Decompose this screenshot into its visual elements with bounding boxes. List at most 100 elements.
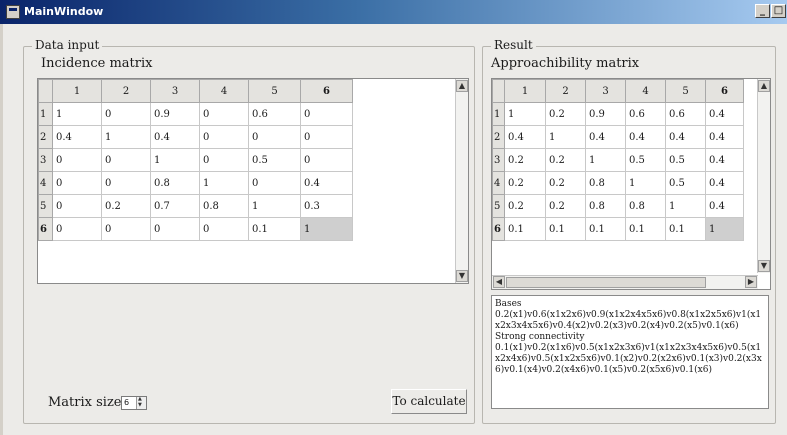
table-cell[interactable]: 0.2: [504, 148, 546, 172]
table-cell[interactable]: 0.5: [625, 148, 666, 172]
table-row[interactable]: 6 0.1 0.1 0.1 0.1 0.1 1: [492, 217, 744, 241]
table-row[interactable]: 5 0 0.2 0.7 0.8 1 0.3: [38, 194, 353, 218]
table-cell[interactable]: 0.2: [545, 148, 586, 172]
table-cell[interactable]: 0.2: [504, 171, 546, 195]
table-cell[interactable]: 1: [248, 194, 301, 218]
table-cell[interactable]: 0.7: [150, 194, 200, 218]
calculate-button[interactable]: To calculate: [391, 389, 467, 414]
incidence-matrix-table[interactable]: 1 2 3 4 5 6 1 1 0 0.9 0 0.6 0 2 0.4 1 0.4 0 0 0 3 0 0 1 0 0…: [37, 78, 469, 284]
matrix-size-spinbox[interactable]: 6 ▲ ▼: [121, 396, 147, 410]
table-cell[interactable]: 1: [504, 102, 546, 126]
table-cell[interactable]: 0: [52, 194, 102, 218]
result-horizontal-scrollbar[interactable]: ◀ ▶: [492, 275, 758, 289]
column-header[interactable]: 5: [248, 79, 301, 103]
table-cell[interactable]: 0.1: [585, 217, 626, 241]
table-cell[interactable]: 0: [52, 148, 102, 172]
table-cell[interactable]: 0.4: [665, 125, 706, 149]
table-cell[interactable]: 0: [199, 217, 249, 241]
spin-down-icon[interactable]: ▼: [138, 403, 142, 408]
table-cell[interactable]: 0.8: [625, 194, 666, 218]
table-cell[interactable]: 0.2: [504, 194, 546, 218]
column-header[interactable]: 2: [545, 79, 586, 103]
table-row[interactable]: 6 0 0 0 0 0.1 1: [38, 217, 353, 241]
incidence-vertical-scrollbar[interactable]: ▲ ▼: [455, 79, 468, 283]
table-cell[interactable]: 0.4: [705, 171, 744, 195]
column-header[interactable]: 6: [705, 79, 744, 103]
table-cell[interactable]: 0.4: [705, 148, 744, 172]
row-header[interactable]: 2: [38, 125, 53, 149]
table-row[interactable]: 2 0.4 1 0.4 0 0 0: [38, 125, 353, 149]
spin-arrows[interactable]: ▲ ▼: [136, 397, 146, 409]
scroll-up-icon[interactable]: ▲: [456, 80, 468, 92]
approachability-matrix-grid[interactable]: 1 2 3 4 5 6 1 1 0.2 0.9 0.6 0.6 0.4 2 0.4 1 0.4 0.4…: [492, 79, 744, 241]
table-cell[interactable]: 1: [545, 125, 586, 149]
table-cell[interactable]: 0.2: [545, 171, 586, 195]
table-cell[interactable]: 0: [101, 148, 151, 172]
row-header[interactable]: 1: [38, 102, 53, 126]
row-header[interactable]: 5: [38, 194, 53, 218]
column-header[interactable]: 3: [150, 79, 200, 103]
table-cell[interactable]: 0.8: [199, 194, 249, 218]
table-cell[interactable]: 0: [52, 171, 102, 195]
result-vertical-scrollbar[interactable]: ▲ ▼: [757, 79, 770, 273]
table-cell[interactable]: 0.5: [665, 171, 706, 195]
result-output-text[interactable]: Bases 0.2(x1)v0.6(x1x2x6)v0.9(x1x2x4x5x6)…: [491, 295, 769, 409]
table-cell[interactable]: 0: [248, 125, 301, 149]
column-header[interactable]: 4: [625, 79, 666, 103]
table-cell[interactable]: 0: [101, 217, 151, 241]
row-header[interactable]: 2: [492, 125, 505, 149]
table-cell[interactable]: 0.3: [300, 194, 353, 218]
table-cell[interactable]: 0.1: [625, 217, 666, 241]
maximize-button[interactable]: □: [771, 4, 786, 18]
scroll-up-icon[interactable]: ▲: [758, 80, 770, 92]
table-cell[interactable]: 0.4: [150, 125, 200, 149]
column-header[interactable]: 1: [52, 79, 102, 103]
scroll-left-icon[interactable]: ◀: [493, 276, 505, 288]
table-cell[interactable]: 0.5: [248, 148, 301, 172]
row-header[interactable]: 3: [38, 148, 53, 172]
table-cell[interactable]: 0.4: [504, 125, 546, 149]
table-row[interactable]: 1 1 0 0.9 0 0.6 0: [38, 102, 353, 126]
column-header[interactable]: 4: [199, 79, 249, 103]
table-cell[interactable]: 0: [52, 217, 102, 241]
table-cell[interactable]: 0.6: [625, 102, 666, 126]
table-row[interactable]: 4 0.2 0.2 0.8 1 0.5 0.4: [492, 171, 744, 195]
table-cell[interactable]: 0.9: [150, 102, 200, 126]
table-cell[interactable]: 0.2: [545, 194, 586, 218]
incidence-matrix-grid[interactable]: 1 2 3 4 5 6 1 1 0 0.9 0 0.6 0 2 0.4 1 0.4 0 0 0 3 0 0 1 0 0…: [38, 79, 353, 241]
scroll-thumb[interactable]: [506, 277, 706, 288]
table-cell[interactable]: 0.4: [705, 102, 744, 126]
row-header[interactable]: 1: [492, 102, 505, 126]
column-header[interactable]: 5: [665, 79, 706, 103]
table-cell[interactable]: 0.1: [248, 217, 301, 241]
row-header[interactable]: 5: [492, 194, 505, 218]
table-cell[interactable]: 0: [300, 102, 353, 126]
table-cell[interactable]: 0: [199, 102, 249, 126]
table-cell[interactable]: 0.2: [545, 102, 586, 126]
scroll-down-icon[interactable]: ▼: [758, 260, 770, 272]
table-cell[interactable]: 0: [248, 171, 301, 195]
table-row[interactable]: 3 0 0 1 0 0.5 0: [38, 148, 353, 172]
table-cell[interactable]: 0: [199, 125, 249, 149]
table-cell[interactable]: 1: [665, 194, 706, 218]
table-cell[interactable]: 0.8: [150, 171, 200, 195]
table-row[interactable]: 2 0.4 1 0.4 0.4 0.4 0.4: [492, 125, 744, 149]
row-header[interactable]: 6: [492, 217, 505, 241]
table-cell[interactable]: 0.8: [585, 171, 626, 195]
table-cell[interactable]: 0: [150, 217, 200, 241]
table-row[interactable]: 1 1 0.2 0.9 0.6 0.6 0.4: [492, 102, 744, 126]
table-cell[interactable]: 0.9: [585, 102, 626, 126]
row-header[interactable]: 4: [492, 171, 505, 195]
table-cell[interactable]: 1: [705, 217, 744, 241]
table-cell[interactable]: 0.4: [585, 125, 626, 149]
table-row[interactable]: 4 0 0 0.8 1 0 0.4: [38, 171, 353, 195]
table-cell[interactable]: 0: [101, 171, 151, 195]
table-cell[interactable]: 0.5: [665, 148, 706, 172]
table-cell[interactable]: 0.4: [300, 171, 353, 195]
table-cell[interactable]: 0: [300, 125, 353, 149]
row-header[interactable]: 6: [38, 217, 53, 241]
column-header[interactable]: 1: [504, 79, 546, 103]
table-cell[interactable]: 0.4: [705, 194, 744, 218]
table-cell[interactable]: 0: [199, 148, 249, 172]
table-cell[interactable]: 1: [199, 171, 249, 195]
